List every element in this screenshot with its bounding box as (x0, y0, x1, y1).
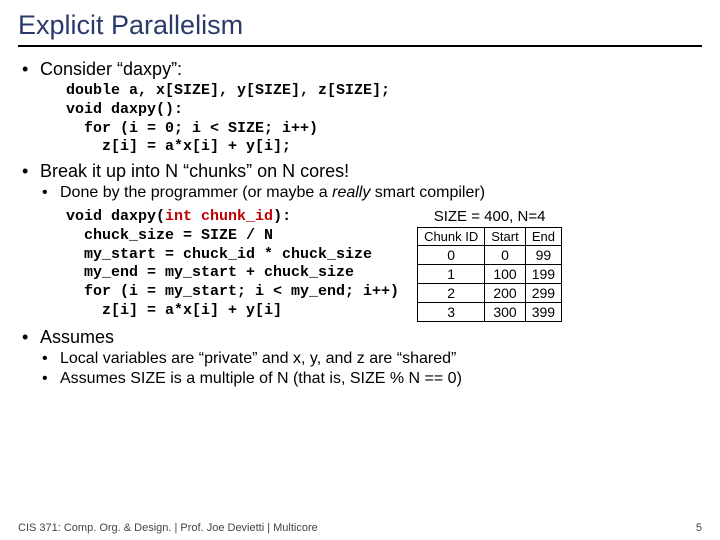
code-and-table-row: void daxpy(int chunk_id): chuck_size = S… (40, 206, 702, 325)
bullet-list: Consider “daxpy”: double a, x[SIZE], y[S… (18, 59, 702, 388)
table-row: 2200299 (418, 284, 562, 303)
bullet-assumes: Assumes Local variables are “private” an… (18, 327, 702, 388)
sub1-a: Done by the programmer (or maybe a (60, 184, 332, 201)
bullet-assumes-sublist: Local variables are “private” and x, y, … (40, 350, 702, 388)
page-number: 5 (696, 522, 702, 534)
footer-left: CIS 371: Comp. Org. & Design. | Prof. Jo… (18, 522, 318, 534)
sub1-b: really (332, 184, 370, 201)
table-row: 3300399 (418, 303, 562, 322)
sub1-c: smart compiler) (370, 184, 485, 201)
assumes-sub1: Local variables are “private” and x, y, … (40, 350, 702, 368)
chunk-table: Chunk ID Start End 0099 1100199 2200299 … (417, 227, 562, 322)
table-row: 0099 (418, 246, 562, 265)
col-end: End (525, 228, 561, 246)
bullet-break-sublist: Done by the programmer (or maybe a reall… (40, 184, 702, 202)
bullet-break: Break it up into N “chunks” on N cores! … (18, 161, 702, 325)
bullet-break-text: Break it up into N “chunks” on N cores! (40, 161, 349, 181)
bullet-consider: Consider “daxpy”: double a, x[SIZE], y[S… (18, 59, 702, 157)
table-header-row: Chunk ID Start End (418, 228, 562, 246)
chunk-sidebox: SIZE = 400, N=4 Chunk ID Start End 0099 … (417, 208, 562, 322)
bullet-assumes-text: Assumes (40, 327, 114, 347)
code-daxpy-parallel: void daxpy(int chunk_id): chuck_size = S… (66, 208, 399, 321)
code-param: int chunk_id (165, 208, 273, 225)
slide-title: Explicit Parallelism (18, 10, 702, 47)
code-pre-param: void daxpy( (66, 208, 165, 225)
code-daxpy-serial: double a, x[SIZE], y[SIZE], z[SIZE]; voi… (66, 82, 702, 157)
footer: CIS 371: Comp. Org. & Design. | Prof. Jo… (18, 522, 702, 534)
col-chunkid: Chunk ID (418, 228, 485, 246)
bullet-break-sub1: Done by the programmer (or maybe a reall… (40, 184, 702, 202)
slide: Explicit Parallelism Consider “daxpy”: d… (0, 0, 720, 388)
col-start: Start (485, 228, 525, 246)
table-row: 1100199 (418, 265, 562, 284)
assumes-sub2: Assumes SIZE is a multiple of N (that is… (40, 370, 702, 388)
chunk-caption: SIZE = 400, N=4 (417, 208, 562, 225)
bullet-consider-text: Consider “daxpy”: (40, 59, 182, 79)
